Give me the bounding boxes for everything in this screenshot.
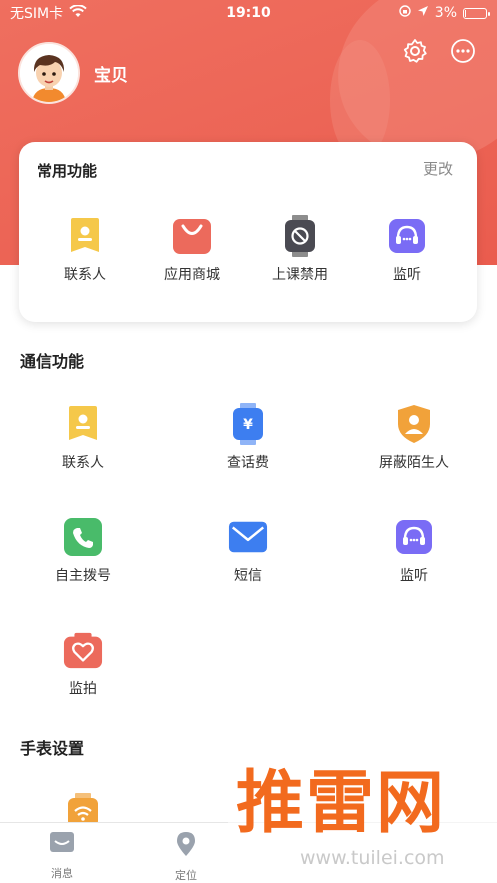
profile-name: 宝贝 (94, 65, 128, 86)
settings-gear-icon[interactable] (401, 37, 429, 65)
svg-text:¥: ¥ (243, 417, 253, 433)
block-strangers-icon (394, 404, 434, 444)
watch-settings-section-title: 手表设置 (20, 739, 85, 758)
common-item-label: 监听 (393, 267, 421, 283)
common-item-class-disable[interactable]: 上课禁用 (245, 215, 355, 284)
message-icon (49, 831, 75, 859)
common-item-label: 上课禁用 (272, 267, 328, 283)
common-item-listen[interactable]: 监听 (352, 216, 462, 284)
contacts-icon (65, 216, 105, 256)
orientation-lock-icon (399, 5, 411, 21)
common-functions-title: 常用功能 (37, 162, 98, 180)
monitor-listen-icon (387, 216, 427, 256)
avatar-boy-illustration (20, 44, 78, 102)
battery-percent: 3% (434, 5, 457, 21)
comm-item-label: 查话费 (227, 455, 269, 471)
profile-header[interactable]: 宝贝 (18, 42, 128, 104)
dial-icon (63, 517, 103, 557)
comm-item-label: 联系人 (62, 455, 104, 471)
app-store-icon (172, 216, 212, 256)
status-bar: 无SIM卡 19:10 3% (0, 0, 497, 26)
edit-button[interactable]: 更改 (423, 158, 453, 179)
remote-photo-icon (63, 630, 103, 670)
comm-item-label: 屏蔽陌生人 (379, 455, 449, 471)
carrier-label: 无SIM卡 (10, 6, 64, 22)
tab-messages[interactable]: 消息 (32, 831, 92, 881)
watermark-brand: 推雷网 (236, 764, 447, 843)
location-arrow-icon (417, 5, 429, 21)
sms-icon (228, 517, 268, 557)
comm-item-sms[interactable]: 短信 (193, 517, 303, 585)
tab-label: 定位 (175, 869, 197, 882)
comm-item-label: 自主拨号 (55, 568, 111, 584)
tab-label: 消息 (51, 867, 73, 880)
common-item-label: 联系人 (64, 267, 106, 283)
communication-section-title: 通信功能 (20, 352, 85, 371)
monitor-listen-icon (394, 517, 434, 557)
comm-item-remote-photo[interactable]: 监拍 (28, 630, 138, 698)
comm-item-listen[interactable]: 监听 (359, 517, 469, 585)
common-item-contacts[interactable]: 联系人 (30, 216, 140, 284)
common-item-label: 应用商城 (164, 267, 220, 283)
more-options-icon[interactable] (449, 37, 477, 65)
class-disable-icon (280, 215, 320, 257)
comm-item-dial[interactable]: 自主拨号 (28, 517, 138, 585)
comm-item-label: 监拍 (69, 681, 97, 697)
comm-item-label: 短信 (234, 568, 262, 584)
watermark-url: www.tuilei.com (300, 847, 445, 869)
common-item-app-store[interactable]: 应用商城 (137, 216, 247, 284)
common-functions-card: 常用功能 更改 联系人 应用商城 上课禁用 监听 (19, 142, 477, 322)
comm-item-block-strangers[interactable]: 屏蔽陌生人 (359, 404, 469, 472)
comm-item-contacts[interactable]: 联系人 (28, 404, 138, 472)
battery-icon (463, 7, 490, 19)
comm-item-label: 监听 (400, 568, 428, 584)
tab-location[interactable]: 定位 (156, 831, 216, 883)
comm-item-phone-bill[interactable]: ¥ 查话费 (193, 403, 303, 472)
contacts-icon (63, 404, 103, 444)
avatar[interactable] (18, 42, 80, 104)
location-icon (175, 831, 197, 861)
phone-bill-icon: ¥ (228, 403, 268, 445)
wifi-icon (69, 3, 87, 22)
